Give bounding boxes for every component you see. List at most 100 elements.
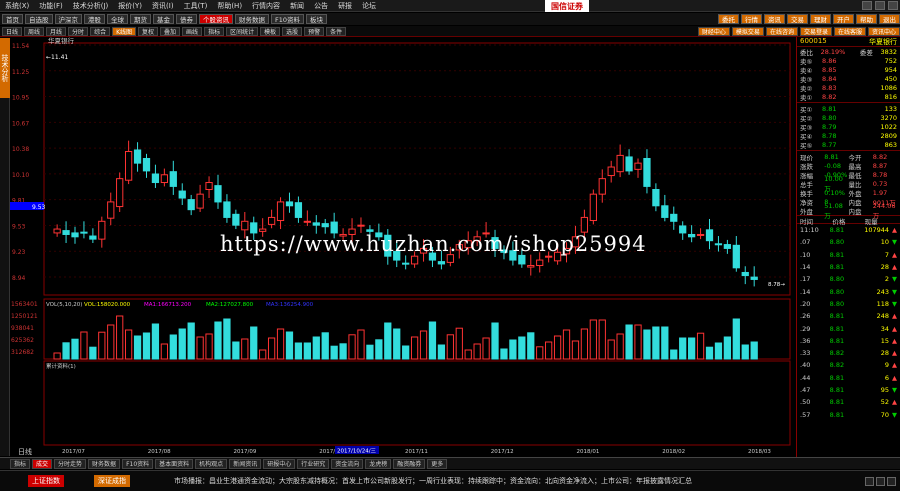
chart-tool-button[interactable]: 分时 (68, 26, 89, 36)
bottom-tab[interactable]: 分时走势 (54, 458, 87, 469)
menu-item[interactable]: 公告 (309, 1, 333, 11)
toolbar-button[interactable]: 首页 (2, 14, 23, 24)
volume-bar (518, 336, 526, 360)
candle-body (187, 199, 195, 211)
left-vertical-tab[interactable]: 技术分析 (0, 38, 10, 98)
tick-time: .47 (800, 386, 811, 394)
chart-tool-button[interactable]: K线图 (112, 26, 137, 36)
candle-body (89, 235, 97, 240)
candle-body (518, 254, 526, 265)
toolbar-right-button[interactable]: 交易 (787, 14, 808, 24)
toolbar-right-button[interactable]: 资讯 (764, 14, 785, 24)
menu-item[interactable]: 报价(Y) (113, 1, 147, 11)
sz-index-badge[interactable]: 深证成指 (94, 475, 130, 487)
service-button[interactable]: 模拟交易 (731, 26, 764, 36)
chart-tool-button[interactable]: 选股 (282, 26, 303, 36)
bottom-tab[interactable]: 指标 (10, 458, 31, 469)
chart-tool-button[interactable]: 周线 (24, 26, 45, 36)
volume-bar (464, 349, 472, 360)
volume-bar (241, 338, 249, 360)
chart-tool-button[interactable]: 区间统计 (226, 26, 259, 36)
toolbar-right-button[interactable]: 理财 (810, 14, 831, 24)
chart-tool-button[interactable]: 日线 (2, 26, 23, 36)
news-ticker[interactable]: 市场播报：昌业生港通资金流动；大宗股东减持概况：首发上市公司新股发行；一周行业表… (174, 476, 774, 486)
chart-tool-button[interactable]: 月线 (46, 26, 67, 36)
toolbar-right-button[interactable]: 退出 (879, 14, 900, 24)
toolbar-button[interactable]: F10资料 (271, 14, 305, 24)
service-button[interactable]: 交易登录 (799, 26, 832, 36)
chart-tool-button[interactable]: 指标 (204, 26, 225, 36)
buy-orders: 买① 8.81 133 买② 8.80 3270 买③ 8.79 1022 买④ 8.78 2809 买… (797, 104, 900, 150)
volume-icon[interactable] (865, 476, 874, 486)
volume-bar (393, 328, 401, 360)
menu-item[interactable]: 系统(X) (0, 1, 34, 11)
bottom-tab[interactable]: 研报中心 (263, 458, 296, 469)
volume-bar (714, 342, 723, 360)
service-button[interactable]: 财经中心 (697, 26, 730, 36)
menu-item[interactable]: 功能(F) (34, 1, 68, 11)
toolbar-button[interactable]: 财务数据 (235, 14, 269, 24)
bottom-tab[interactable]: 融资融券 (393, 458, 426, 469)
menu-item[interactable]: 技术分析(J) (68, 1, 114, 11)
candle-body (607, 166, 615, 177)
chart-tool-button[interactable]: 预警 (304, 26, 325, 36)
selected-date-label: 2017/10/24/三 (337, 448, 377, 455)
toolbar-button[interactable]: 基金 (153, 14, 174, 24)
bottom-tab[interactable]: 基本面资料 (155, 458, 194, 469)
toolbar-button[interactable]: 板块 (306, 14, 328, 24)
toolbar-button[interactable]: 自选股 (25, 14, 53, 24)
volume-bar (670, 349, 678, 360)
bottom-tab[interactable]: 龙虎榜 (365, 458, 392, 469)
bottom-tab[interactable]: F10资料 (122, 458, 154, 469)
chart-tool-button[interactable]: 条件 (326, 26, 347, 36)
chart-tool-button[interactable]: 叠加 (160, 26, 181, 36)
bottom-tab[interactable]: 行业研究 (297, 458, 330, 469)
toolbar-right-button[interactable]: 行情 (741, 14, 762, 24)
candle-body (741, 271, 749, 277)
toolbar-button[interactable]: 个股资讯 (199, 14, 233, 24)
sh-index-badge[interactable]: 上证指数 (28, 475, 64, 487)
chart-tool-button[interactable]: 模板 (260, 26, 281, 36)
maximize-icon[interactable] (875, 1, 885, 10)
toolbar-button[interactable]: 全球 (107, 14, 128, 24)
toolbar-right-button[interactable]: 开户 (833, 14, 854, 24)
toolbar-button[interactable]: 港股 (84, 14, 105, 24)
menu-item[interactable]: 研报 (333, 1, 357, 11)
tick-time: .07 (800, 238, 811, 247)
bottom-tab[interactable]: 资金流向 (331, 458, 364, 469)
chart-tool-button[interactable]: 综合 (90, 26, 111, 36)
menu-item[interactable]: 新闻 (285, 1, 309, 11)
menu-item[interactable]: 论坛 (357, 1, 381, 11)
menu-item[interactable]: 资讯(I) (147, 1, 179, 11)
tick-list[interactable]: 11:10 8.81 107944 ▲ .07 8.80 10 ▼ .10 8.81 7 ▲ .14 8.… (797, 224, 900, 421)
bottom-tab[interactable]: 成交 (32, 458, 53, 469)
toolbar-button[interactable]: 债券 (176, 14, 197, 24)
minimize-icon[interactable] (862, 1, 872, 10)
tick-row: .20 8.80 118 ▼ (797, 298, 900, 310)
tick-price: 8.80 (829, 299, 845, 308)
service-button[interactable]: 资讯中心 (867, 26, 900, 36)
candle-body (151, 173, 160, 184)
close-icon[interactable] (888, 1, 898, 10)
chart-tool-button[interactable]: 复权 (138, 26, 159, 36)
menu-item[interactable]: 工具(T) (179, 1, 213, 11)
tick-row: .10 8.81 7 ▲ (797, 249, 900, 261)
menu-item[interactable]: 帮助(H) (212, 1, 247, 11)
service-button[interactable]: 在线客服 (833, 26, 866, 36)
bottom-tab[interactable]: 更多 (427, 458, 448, 469)
chart-tool-button[interactable]: 画线 (182, 26, 203, 36)
toolbar-right-button[interactable]: 帮助 (856, 14, 877, 24)
service-button[interactable]: 在线咨询 (765, 26, 798, 36)
volume-bar (384, 322, 392, 360)
toolbar-right-button[interactable]: 委托 (718, 14, 739, 24)
toolbar-button[interactable]: 期货 (130, 14, 151, 24)
tick-direction-icon: ▲ (892, 312, 898, 321)
network-icon[interactable] (876, 476, 885, 486)
candle-body (616, 154, 624, 173)
toolbar-button[interactable]: 沪深京 (54, 14, 82, 24)
bottom-tab[interactable]: 机构观点 (195, 458, 228, 469)
bottom-tab[interactable]: 财务数据 (88, 458, 121, 469)
bottom-tab[interactable]: 新闻资讯 (229, 458, 262, 469)
menu-item[interactable]: 行情内容 (247, 1, 285, 11)
tick-price: 8.80 (829, 238, 845, 247)
